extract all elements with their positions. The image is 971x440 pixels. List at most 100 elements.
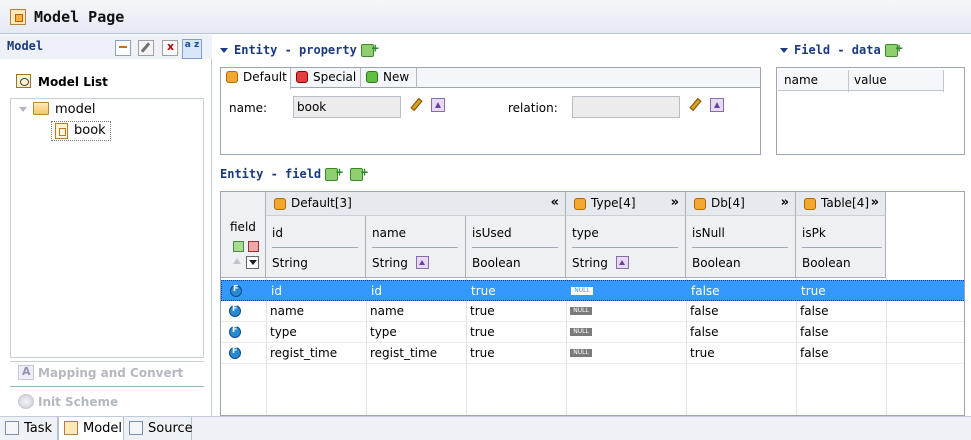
column-header-value[interactable]: value: [854, 73, 887, 87]
triangle-icon[interactable]: [710, 98, 724, 112]
add-property-icon[interactable]: [360, 43, 379, 57]
default-icon: [226, 71, 238, 83]
cell-ispk[interactable]: false: [800, 304, 829, 318]
triangle-icon[interactable]: [431, 98, 445, 112]
column-header-type[interactable]: type String: [566, 216, 686, 278]
cell-ispk[interactable]: false: [800, 346, 829, 360]
cell-name[interactable]: name: [370, 304, 404, 318]
tab-model[interactable]: Model: [58, 417, 124, 440]
table-row[interactable]: regist_time regist_time true NULL true f…: [221, 343, 964, 364]
column-name: isUsed: [472, 226, 512, 240]
db-icon: [694, 198, 706, 210]
tree-item-model[interactable]: model: [11, 100, 201, 120]
name-field[interactable]: [293, 96, 401, 118]
relation-field[interactable]: [572, 96, 680, 118]
column-header-name[interactable]: name String: [366, 216, 466, 278]
column-type: String: [372, 256, 408, 270]
column-header-isused[interactable]: isUsed Boolean: [466, 216, 566, 278]
tab-task[interactable]: Task: [0, 417, 58, 440]
column-header-isnull[interactable]: isNull Boolean: [686, 216, 796, 278]
cell-type-null[interactable]: NULL: [570, 349, 592, 357]
edit-icon[interactable]: [138, 40, 154, 56]
init-scheme-icon: [18, 394, 34, 409]
cell-isused[interactable]: true: [470, 325, 495, 339]
editor-area: Entity - property Default Special New na…: [214, 35, 971, 416]
sort-az-icon[interactable]: a z: [182, 39, 202, 59]
group-label: Default[3]: [291, 196, 352, 210]
tab-source[interactable]: Source: [124, 417, 193, 440]
add-field-icon[interactable]: [325, 167, 343, 181]
tree-expand-icon[interactable]: [19, 107, 27, 112]
bottom-tab-bar: Task Model Source: [0, 416, 971, 440]
column-type: String: [272, 256, 308, 270]
section-title: Field - data: [794, 43, 881, 57]
table-row[interactable]: name name true NULL false false: [221, 301, 964, 322]
table-icon: [804, 198, 816, 210]
table-row[interactable]: id id true NULL false true: [221, 280, 964, 301]
column-header-id[interactable]: id String: [266, 216, 366, 278]
column-type: Boolean: [692, 256, 741, 270]
expand-group-icon[interactable]: »: [781, 195, 789, 210]
cell-isnull[interactable]: false: [691, 284, 720, 298]
tab-new[interactable]: New: [361, 68, 417, 88]
model-tree[interactable]: model book: [10, 98, 204, 358]
pencil-icon[interactable]: [690, 99, 700, 109]
header-divider: [692, 247, 788, 248]
delete-icon[interactable]: [162, 40, 178, 56]
cell-id[interactable]: type: [270, 325, 297, 339]
table-row[interactable]: type type true NULL false false: [221, 322, 964, 343]
add-row-icon[interactable]: [233, 241, 244, 252]
dropdown-icon[interactable]: [246, 256, 259, 269]
field-data-header[interactable]: Field - data: [780, 43, 903, 57]
cell-isused[interactable]: true: [471, 284, 496, 298]
cell-isnull[interactable]: false: [690, 325, 719, 339]
column-header-name[interactable]: name: [784, 73, 818, 87]
cell-isnull[interactable]: false: [690, 304, 719, 318]
collapse-icon[interactable]: [780, 48, 788, 53]
cell-isused[interactable]: true: [470, 304, 495, 318]
field-icon: [229, 346, 241, 359]
cell-isused[interactable]: true: [470, 346, 495, 360]
collapse-group-icon[interactable]: «: [551, 195, 559, 210]
cell-name[interactable]: id: [371, 284, 382, 298]
triangle-icon[interactable]: [616, 256, 629, 269]
pencil-icon[interactable]: [411, 99, 421, 109]
page-title: Model Page: [34, 8, 125, 26]
special-icon: [296, 71, 308, 83]
cell-id[interactable]: regist_time: [270, 346, 337, 360]
section-title: Entity - property: [234, 43, 357, 57]
cell-name[interactable]: regist_time: [370, 346, 437, 360]
tree-item-book[interactable]: book: [51, 121, 111, 141]
add-field-group-icon[interactable]: [350, 167, 368, 181]
cell-id[interactable]: name: [270, 304, 304, 318]
cell-ispk[interactable]: true: [801, 284, 826, 298]
section-title: Entity - field: [220, 167, 322, 181]
group-header-type[interactable]: Type[4] »: [566, 192, 686, 216]
collapse-icon[interactable]: [220, 48, 228, 53]
add-data-icon[interactable]: [884, 43, 903, 57]
field-column-header: field: [221, 192, 266, 278]
cell-type-null[interactable]: NULL: [570, 328, 592, 336]
cell-type-null[interactable]: NULL: [570, 307, 592, 315]
expand-group-icon[interactable]: »: [671, 195, 679, 210]
cell-ispk[interactable]: false: [800, 325, 829, 339]
tab-default[interactable]: Default: [221, 68, 291, 89]
group-header-default[interactable]: Default[3] «: [266, 192, 566, 216]
column-type: Boolean: [472, 256, 521, 270]
delete-row-icon[interactable]: [248, 241, 259, 252]
cell-isnull[interactable]: true: [690, 346, 715, 360]
group-header-table[interactable]: Table[4] »: [796, 192, 886, 216]
group-header-db[interactable]: Db[4] »: [686, 192, 796, 216]
move-up-icon[interactable]: [233, 258, 241, 264]
tree-item-label: book: [74, 123, 106, 138]
import-icon[interactable]: [115, 40, 131, 56]
column-name: isPk: [802, 226, 826, 240]
triangle-icon[interactable]: [416, 256, 429, 269]
cell-id[interactable]: id: [271, 284, 282, 298]
tab-special[interactable]: Special: [291, 68, 361, 88]
cell-name[interactable]: type: [370, 325, 397, 339]
column-header-ispk[interactable]: isPk Boolean: [796, 216, 886, 278]
expand-group-icon[interactable]: »: [871, 195, 879, 210]
entity-property-header[interactable]: Entity - property: [220, 43, 379, 57]
cell-type-null[interactable]: NULL: [571, 287, 593, 295]
